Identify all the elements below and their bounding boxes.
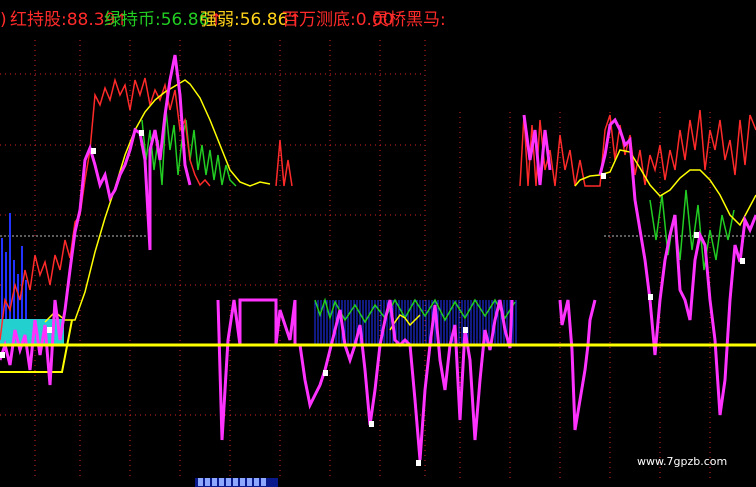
indicator-chart-area[interactable]: [0, 0, 756, 487]
toolbar-cell[interactable]: [254, 478, 259, 486]
bottom-toolbar-strip[interactable]: [195, 478, 278, 487]
toolbar-cell[interactable]: [247, 478, 252, 486]
yellow-line-left: [44, 79, 271, 323]
magenta-line-right-low: [558, 299, 597, 431]
toolbar-cell[interactable]: [240, 478, 245, 486]
chart-grid: [0, 40, 711, 480]
toolbar-cell[interactable]: [205, 478, 210, 486]
green-line-right: [649, 189, 735, 271]
watermark-text: www.7gpzb.com: [637, 455, 728, 468]
toolbar-cell[interactable]: [219, 478, 224, 486]
toolbar-cell[interactable]: [226, 478, 231, 486]
toolbar-cell[interactable]: [212, 478, 217, 486]
blue-volume-bars-left: [1, 213, 27, 320]
red-line-right: [519, 109, 756, 187]
toolbar-cell[interactable]: [261, 478, 266, 486]
toolbar-cell[interactable]: [233, 478, 238, 486]
red-line-left: [0, 77, 211, 341]
magenta-line-right: [598, 117, 756, 416]
toolbar-cell[interactable]: [198, 478, 203, 486]
red-line-top-segments: [275, 139, 293, 187]
